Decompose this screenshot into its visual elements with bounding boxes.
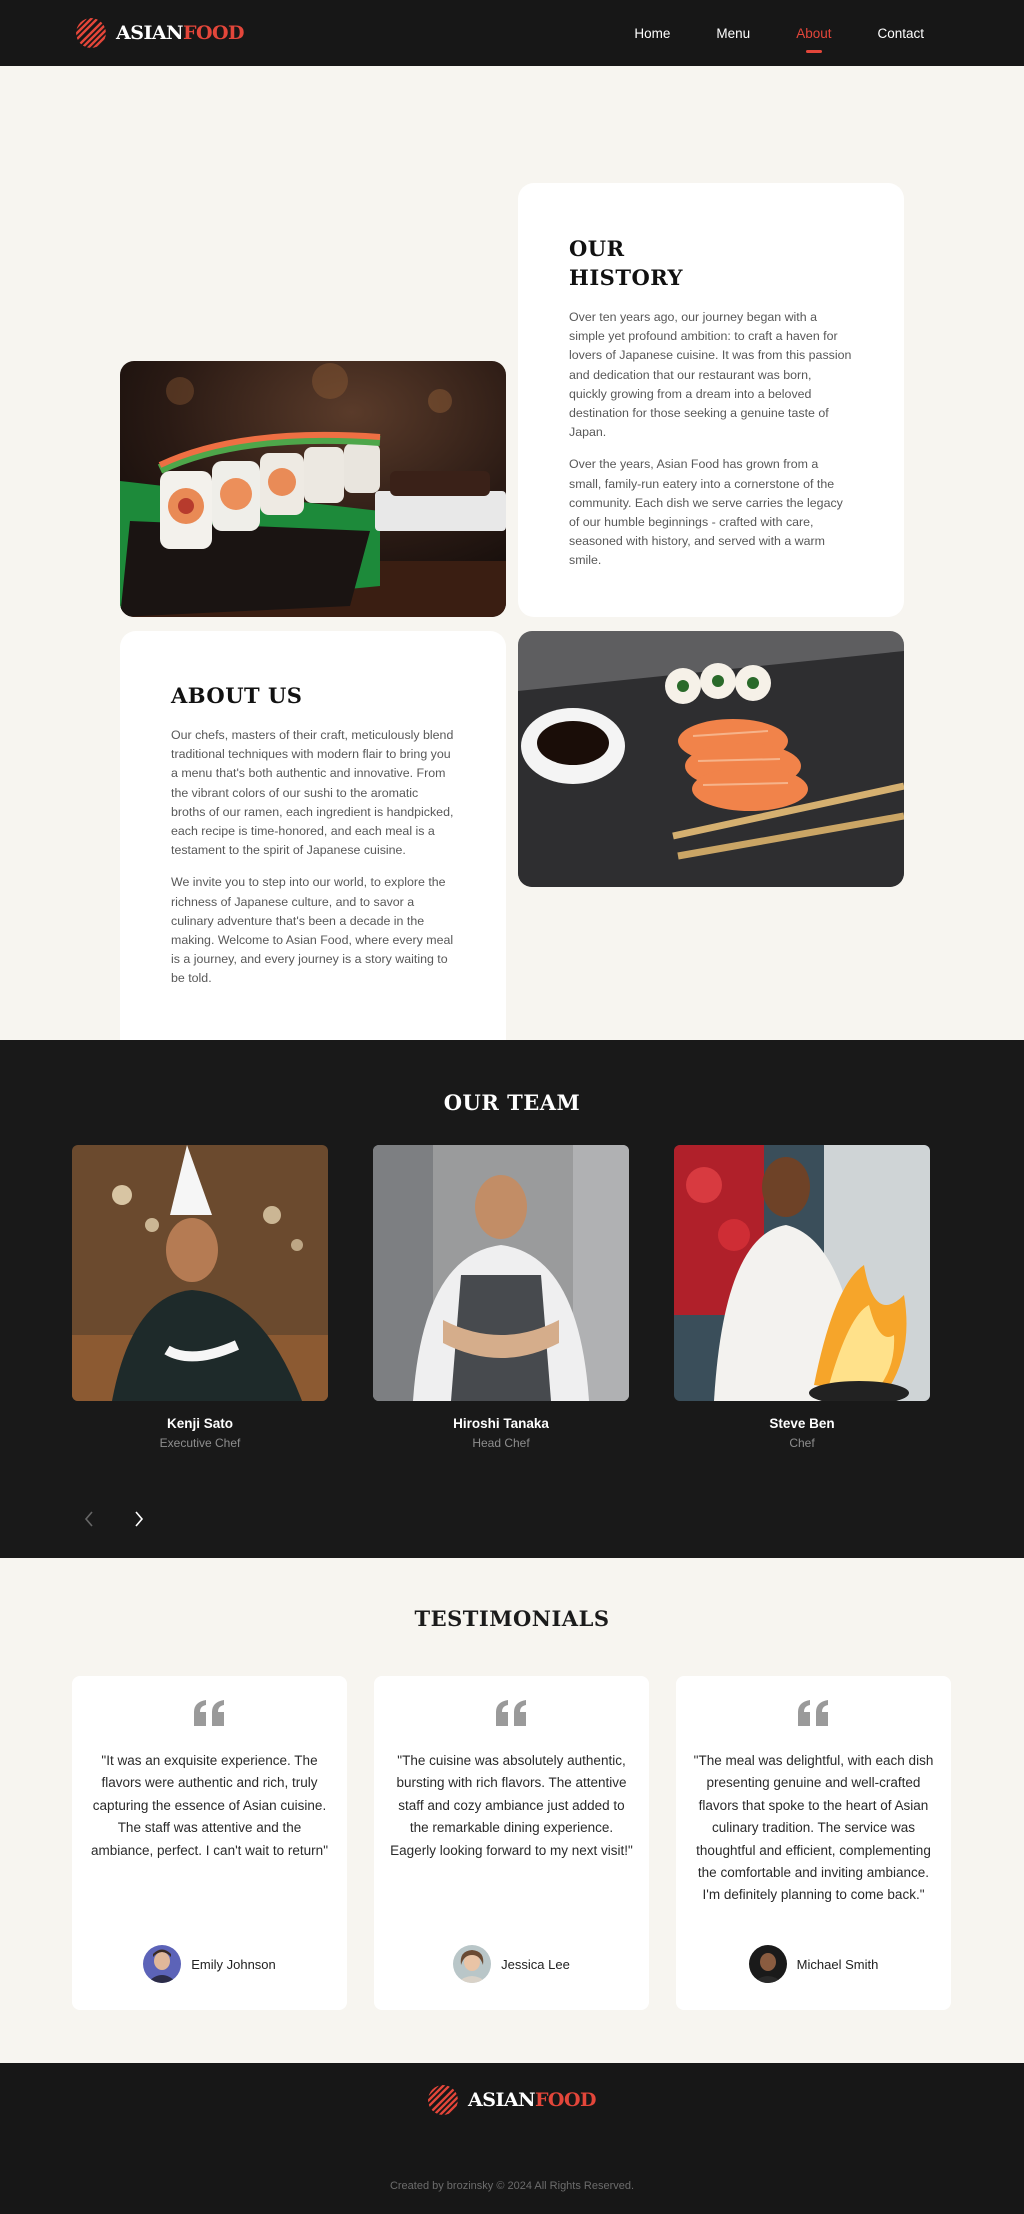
author-name: Michael Smith (796, 1956, 879, 1972)
member-role: Chef (789, 1436, 815, 1450)
history-title: OUR HISTORY (569, 236, 684, 290)
author-name: Emily Johnson (191, 1956, 276, 1972)
member-role: Executive Chef (159, 1436, 241, 1450)
testimonial-card: "It was an exquisite experience. The fla… (72, 1676, 347, 2010)
team-title: OUR TEAM (443, 1090, 581, 1115)
sushi-roll-photo (120, 361, 506, 617)
testimonial-quote: "It was an exquisite experience. The fla… (91, 1753, 328, 1858)
nav-contact[interactable]: Contact (877, 26, 924, 41)
testimonial-list: "It was an exquisite experience. The fla… (72, 1676, 951, 2010)
nav-links: Home Menu About Contact (634, 26, 924, 41)
member-name: Hiroshi Tanaka (453, 1416, 549, 1431)
nav-about[interactable]: About (796, 26, 831, 41)
brand-name: ASIANFOOD (467, 2089, 597, 2111)
testimonial-card: "The cuisine was absolutely authentic, b… (374, 1676, 649, 2010)
quote-icon (797, 1700, 828, 1726)
team-member-card[interactable]: Hiroshi Tanaka Head Chef (373, 1145, 629, 1450)
history-paragraph: Over ten years ago, our journey began wi… (569, 310, 852, 440)
testimonial-author: Michael Smith (676, 1945, 951, 1983)
member-role: Head Chef (472, 1436, 530, 1450)
logo-icon (76, 18, 106, 48)
history-paragraph: Over the years, Asian Food has grown fro… (569, 457, 843, 568)
about-paragraph: We invite you to step into our world, to… (171, 875, 454, 986)
author-name: Jessica Lee (501, 1956, 570, 1972)
team-section: OUR TEAM Kenji Sato Executive Chef Hiros… (0, 1040, 1024, 1558)
story-section: OUR HISTORY Over ten years ago, our journ… (0, 66, 1024, 1055)
about-paragraph: Our chefs, masters of their craft, metic… (171, 728, 454, 858)
footer: ASIANFOOD Created by brozinsky © 2024 Al… (0, 2063, 1024, 2214)
testimonial-quote: "The cuisine was absolutely authentic, b… (390, 1753, 633, 1858)
logo-icon (427, 2085, 458, 2115)
chevron-left-icon[interactable] (80, 1510, 98, 1528)
nav-home[interactable]: Home (634, 26, 670, 41)
team-member-card[interactable]: Kenji Sato Executive Chef (72, 1145, 328, 1450)
chef-photo (373, 1145, 629, 1401)
member-name: Kenji Sato (166, 1416, 233, 1431)
about-title: ABOUT US (171, 683, 303, 708)
sushi-plate-photo (518, 631, 904, 887)
team-member-card[interactable]: Steve Ben Chef (674, 1145, 930, 1450)
testimonial-author: Emily Johnson (72, 1945, 347, 1983)
testimonial-card: "The meal was delightful, with each dish… (676, 1676, 951, 2010)
footer-logo[interactable]: ASIANFOOD (427, 2085, 597, 2115)
testimonial-author: Jessica Lee (374, 1945, 649, 1983)
testimonial-quote: "The meal was delightful, with each dish… (693, 1753, 934, 1903)
testimonials-section: TESTIMONIALS "It was an exquisite experi… (0, 1558, 1024, 2063)
testimonials-title: TESTIMONIALS (414, 1606, 610, 1631)
top-nav: ASIANFOOD Home Menu About Contact (0, 0, 1024, 66)
quote-icon (193, 1700, 224, 1726)
avatar (453, 1945, 492, 1983)
member-name: Steve Ben (769, 1416, 835, 1431)
brand-logo[interactable]: ASIANFOOD (76, 18, 245, 48)
chef-photo (72, 1145, 328, 1401)
team-carousel: Kenji Sato Executive Chef Hiroshi Tanaka… (72, 1145, 930, 1450)
carousel-controls (80, 1510, 148, 1528)
copyright-text: Created by brozinsky © 2024 All Rights R… (389, 2180, 635, 2192)
history-card: OUR HISTORY Over ten years ago, our journ… (518, 183, 904, 617)
chevron-right-icon[interactable] (130, 1510, 148, 1528)
brand-name: ASIANFOOD (116, 22, 245, 44)
quote-icon (495, 1700, 526, 1726)
chef-photo (674, 1145, 930, 1401)
avatar (748, 1945, 787, 1983)
about-card: ABOUT US Our chefs, masters of their cra… (120, 631, 506, 1055)
nav-menu[interactable]: Menu (716, 26, 750, 41)
avatar (143, 1945, 182, 1983)
